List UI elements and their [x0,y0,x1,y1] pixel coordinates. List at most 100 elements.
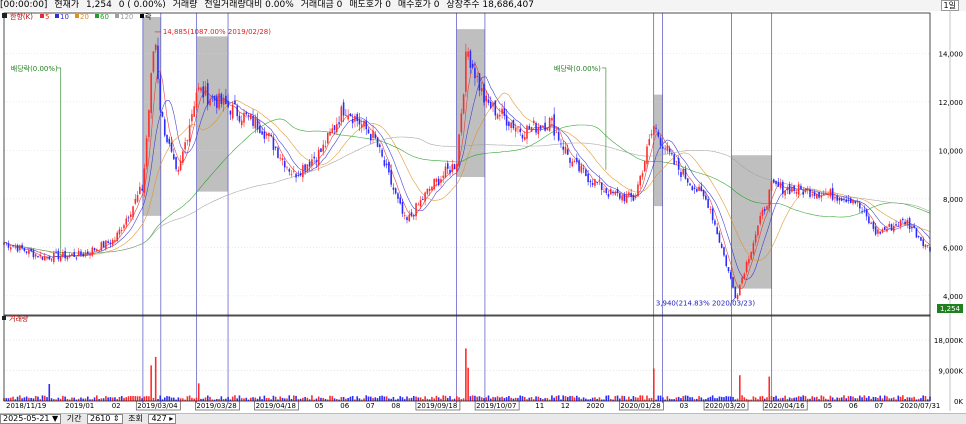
volume-bar [752,396,755,401]
candle-body [143,168,146,193]
period-button[interactable]: 1일 [940,0,959,11]
volume-bar [616,395,619,401]
price-label: 현재가 [54,0,80,10]
candle-body [788,184,791,195]
candle-body [218,93,220,109]
candle-body [123,225,125,229]
candle-body [43,256,46,261]
volume-bar [73,397,75,401]
volume-bar [578,397,580,401]
candle-body [157,45,159,80]
x-tick-label: 05 [315,402,324,410]
candle-body [895,224,897,226]
volume-bar [816,396,818,401]
volume-bar [37,396,39,401]
candle-body [114,240,116,242]
volume-bar [890,398,893,401]
volume-bar [883,395,886,401]
volume-bar [442,395,445,401]
candle-body [320,148,322,153]
candle-body [299,173,302,176]
candle-body [496,114,499,119]
candle-body [612,191,614,194]
candle-body [600,182,603,191]
volume-bar [831,397,834,401]
volume-bar [795,397,798,401]
volume-bar [369,396,372,401]
candle-body [535,123,537,133]
candle-body [478,73,481,91]
volume-bar [385,396,388,401]
candle-body [759,215,761,224]
volume-bar [623,396,626,401]
volume-bar [886,396,888,401]
volume-bar [544,398,546,401]
candle-body [897,225,900,227]
candle-body [23,247,26,251]
candle-body [340,106,343,122]
legend-swatch [40,14,44,18]
volume-bar [28,397,30,401]
candle-body [754,234,757,243]
candle-body [369,133,372,141]
candle-body [655,127,657,129]
candle-body [680,172,682,178]
candle-body [111,239,114,245]
volume-bar [356,396,358,401]
candle-body [306,164,309,172]
volume-bar [582,397,585,401]
candle-body [82,253,85,257]
volume-bar [535,396,537,401]
candle-body [64,250,66,259]
volume-bar [856,398,859,401]
candle-body [822,193,825,196]
volume-bar [401,397,404,401]
volume-bar [168,396,171,401]
candlestick-chart[interactable]: 4,000 6,000 8,000 10,000 12,000 14,000 0K 9,000… [0,11,966,413]
volume-bar [530,397,533,401]
candle-body [723,247,725,256]
candle-body [367,129,370,134]
legend-series-label: 한향(K) [10,12,33,21]
candle-body [886,228,888,232]
volume-bar [483,398,485,401]
candle-body [30,248,32,252]
volume-bar [340,397,343,401]
x-tick-label: 2020 [586,402,604,410]
x-tick-label: 2020/04/16 [764,402,805,410]
candle-body [469,50,472,68]
candle-body [548,117,551,131]
volume-bar [571,395,574,401]
volume-bar [272,395,275,401]
candle-body [838,198,841,201]
candle-body [899,220,902,227]
volume-bar [496,396,499,401]
volume-bar [179,398,182,401]
volume-bar [924,396,927,401]
volume-bar [320,397,322,401]
candle-body [870,222,872,224]
volume-bar [21,398,23,401]
candle-body [150,73,152,113]
candle-body [777,182,780,187]
volume-bar [480,397,483,401]
volume-bar [109,397,112,401]
candle-body [77,250,80,256]
volume-bar [118,397,121,401]
price-tick-label: 14,000 [939,50,964,58]
candle-body [10,247,12,250]
volume-bar [383,396,386,401]
volume-bar [804,396,807,401]
candle-body [849,198,852,203]
candle-body [519,128,521,133]
volume-bar [86,396,89,401]
volume-bar [392,396,395,401]
volume-bar [637,397,639,401]
candle-body [677,158,680,170]
candle-body [539,125,542,130]
candle-body [530,126,533,132]
volume-bar [698,396,700,401]
candle-body [245,112,248,115]
candle-body [442,175,445,178]
volume-bar [797,396,800,401]
